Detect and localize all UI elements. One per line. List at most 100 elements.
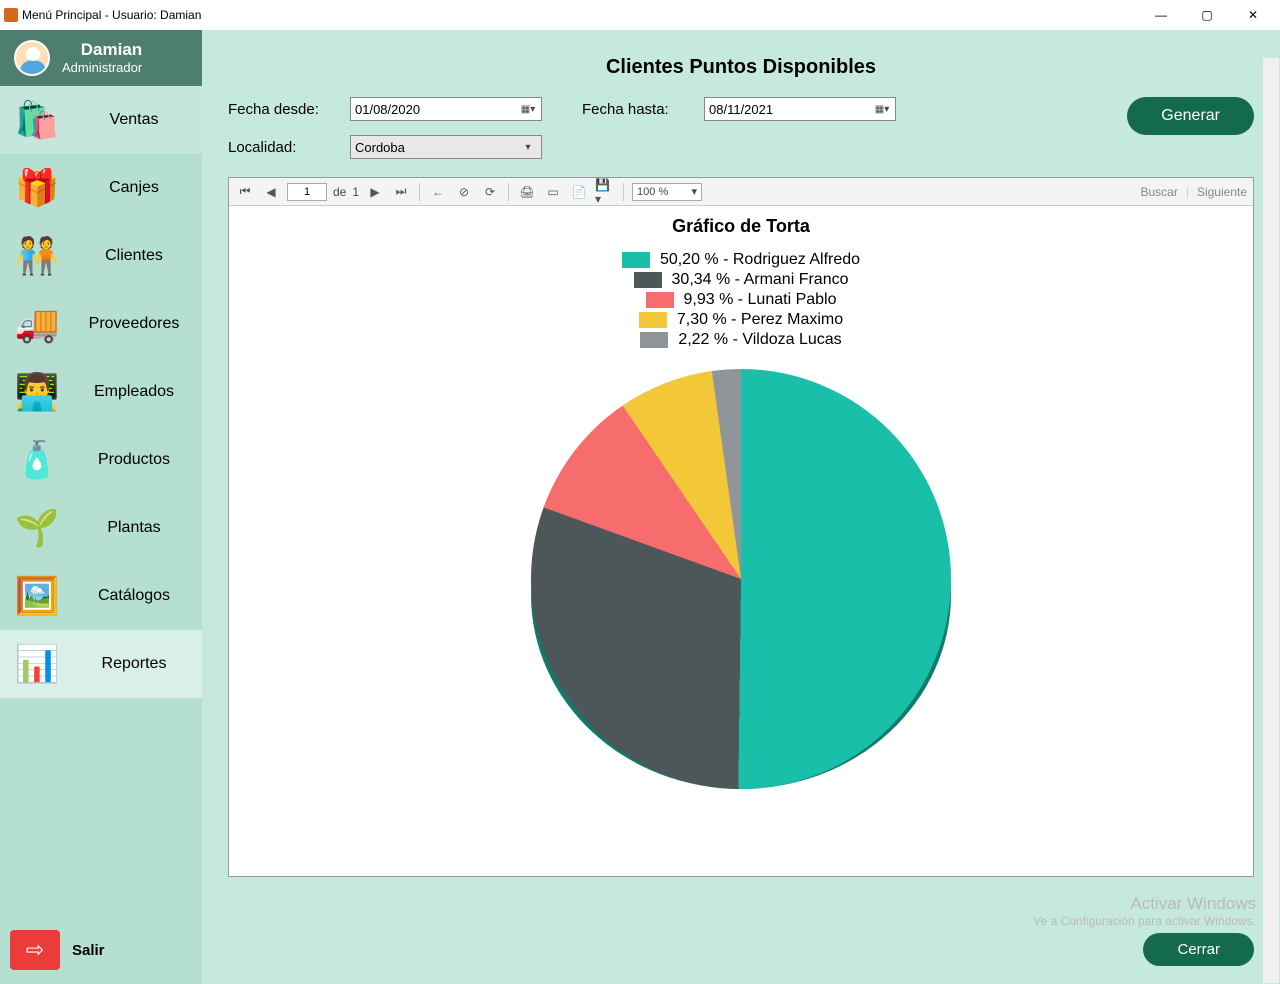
sidebar-item-clientes[interactable]: 🧑‍🤝‍🧑 Clientes [0, 222, 202, 290]
next-page-button[interactable]: ▶ [365, 182, 385, 202]
sidebar-menu: 🛍️ Ventas 🎁 Canjes 🧑‍🤝‍🧑 Clientes 🚚 Prov… [0, 86, 202, 916]
legend-label: 30,34 % - Armani Franco [672, 271, 849, 289]
employee-icon: 👨‍💻 [12, 367, 62, 417]
sidebar-item-label: Canjes [78, 179, 190, 197]
zoom-value: 100 % [637, 186, 668, 198]
minimize-button[interactable]: — [1138, 0, 1184, 30]
exit-label: Salir [72, 942, 105, 959]
page-title: Clientes Puntos Disponibles [228, 56, 1254, 79]
locality-value: Cordoba [355, 140, 405, 155]
maximize-button[interactable]: ▢ [1184, 0, 1230, 30]
print-button[interactable]: 🖨 [517, 182, 537, 202]
report-body: Gráfico de Torta 50,20 % - Rodriguez Alf… [229, 206, 1253, 876]
legend-swatch [639, 312, 667, 328]
sidebar-item-label: Ventas [78, 111, 190, 129]
sidebar-item-canjes[interactable]: 🎁 Canjes [0, 154, 202, 222]
legend-row: 2,22 % - Vildoza Lucas [640, 331, 841, 349]
legend-swatch [622, 252, 650, 268]
to-date-value: 08/11/2021 [709, 102, 773, 117]
close-window-button[interactable]: ✕ [1230, 0, 1276, 30]
to-date-input[interactable]: 08/11/2021 ▦▾ [704, 97, 896, 121]
legend-row: 7,30 % - Perez Maximo [639, 311, 843, 329]
sale-icon: 🛍️ [12, 95, 62, 145]
last-page-button[interactable]: ⏭ [391, 182, 411, 202]
calendar-icon: ▦▾ [873, 100, 891, 118]
legend-label: 7,30 % - Perez Maximo [677, 311, 843, 329]
calendar-icon: ▦▾ [519, 100, 537, 118]
scrollbar[interactable] [1263, 58, 1279, 983]
user-header: Damian Administrador [0, 30, 202, 86]
legend-swatch [634, 272, 662, 288]
legend-row: 50,20 % - Rodriguez Alfredo [622, 251, 860, 269]
sidebar-item-proveedores[interactable]: 🚚 Proveedores [0, 290, 202, 358]
main-panel: Clientes Puntos Disponibles Fecha desde:… [202, 30, 1280, 984]
sidebar-item-reportes[interactable]: 📊 Reportes [0, 630, 202, 698]
legend-row: 9,93 % - Lunati Pablo [646, 291, 837, 309]
page-total: 1 [352, 185, 359, 199]
from-date-value: 01/08/2020 [355, 102, 420, 117]
legend-row: 30,34 % - Armani Franco [634, 271, 849, 289]
locality-select[interactable]: Cordoba ▾ [350, 135, 542, 159]
chart-title: Gráfico de Torta [235, 216, 1247, 237]
windows-watermark: Activar Windows Ve a Configuración para … [1033, 894, 1256, 928]
refresh-button[interactable]: ⟳ [480, 182, 500, 202]
chevron-down-icon: ▾ [692, 185, 698, 198]
legend-swatch [646, 292, 674, 308]
zoom-select[interactable]: 100 % ▾ [632, 183, 702, 201]
sidebar: Damian Administrador 🛍️ Ventas 🎁 Canjes … [0, 30, 202, 984]
window-title: Menú Principal - Usuario: Damian [22, 8, 201, 22]
avatar [14, 40, 50, 76]
sidebar-item-label: Productos [78, 451, 190, 469]
sidebar-item-ventas[interactable]: 🛍️ Ventas [0, 86, 202, 154]
report-icon: 📊 [12, 639, 62, 689]
export-button[interactable]: 💾▾ [595, 182, 615, 202]
user-role: Administrador [62, 60, 142, 76]
from-date-input[interactable]: 01/08/2020 ▦▾ [350, 97, 542, 121]
legend-label: 9,93 % - Lunati Pablo [684, 291, 837, 309]
clients-icon: 🧑‍🤝‍🧑 [12, 231, 62, 281]
pie-chart [531, 369, 951, 789]
search-link[interactable]: Buscar [1140, 185, 1177, 199]
exit-icon: ⇨ [10, 930, 60, 970]
next-result-link[interactable]: Siguiente [1197, 185, 1247, 199]
report-toolbar: ⏮ ◀ de 1 ▶ ⏭ ← ⊘ ⟳ 🖨 ▭ 📄 💾▾ 100 % ▾ [229, 178, 1253, 206]
sidebar-item-label: Clientes [78, 247, 190, 265]
exit-button[interactable]: ⇨ Salir [0, 916, 202, 984]
sidebar-item-empleados[interactable]: 👨‍💻 Empleados [0, 358, 202, 426]
prev-page-button[interactable]: ◀ [261, 182, 281, 202]
plant-icon: 🌱 [12, 503, 62, 553]
gift-icon: 🎁 [12, 163, 62, 213]
legend-swatch [640, 332, 668, 348]
sidebar-item-label: Plantas [78, 519, 190, 537]
app-icon [4, 8, 18, 22]
chart-legend: 50,20 % - Rodriguez Alfredo 30,34 % - Ar… [235, 251, 1247, 349]
report-viewer: ⏮ ◀ de 1 ▶ ⏭ ← ⊘ ⟳ 🖨 ▭ 📄 💾▾ 100 % ▾ [228, 177, 1254, 877]
page-of-label: de [333, 185, 346, 199]
truck-icon: 🚚 [12, 299, 62, 349]
locality-label: Localidad: [228, 139, 328, 156]
sidebar-item-label: Proveedores [78, 315, 190, 333]
chevron-down-icon: ▾ [519, 138, 537, 156]
legend-label: 50,20 % - Rodriguez Alfredo [660, 251, 860, 269]
to-date-label: Fecha hasta: [582, 101, 682, 118]
user-name: Damian [81, 40, 142, 60]
sidebar-item-catalogos[interactable]: 🖼️ Catálogos [0, 562, 202, 630]
spray-icon: 🧴 [12, 435, 62, 485]
page-input[interactable] [287, 183, 327, 201]
page-setup-button[interactable]: 📄 [569, 182, 589, 202]
from-date-label: Fecha desde: [228, 101, 328, 118]
layout-button[interactable]: ▭ [543, 182, 563, 202]
sidebar-item-label: Catálogos [78, 587, 190, 605]
legend-label: 2,22 % - Vildoza Lucas [678, 331, 841, 349]
generate-button[interactable]: Generar [1127, 97, 1254, 135]
first-page-button[interactable]: ⏮ [235, 182, 255, 202]
sidebar-item-productos[interactable]: 🧴 Productos [0, 426, 202, 494]
catalog-icon: 🖼️ [12, 571, 62, 621]
back-nav-button[interactable]: ← [428, 182, 448, 202]
stop-button[interactable]: ⊘ [454, 182, 474, 202]
sidebar-item-plantas[interactable]: 🌱 Plantas [0, 494, 202, 562]
titlebar: Menú Principal - Usuario: Damian — ▢ ✕ [0, 0, 1280, 30]
close-button[interactable]: Cerrar [1143, 933, 1254, 966]
sidebar-item-label: Reportes [78, 655, 190, 673]
sidebar-item-label: Empleados [78, 383, 190, 401]
